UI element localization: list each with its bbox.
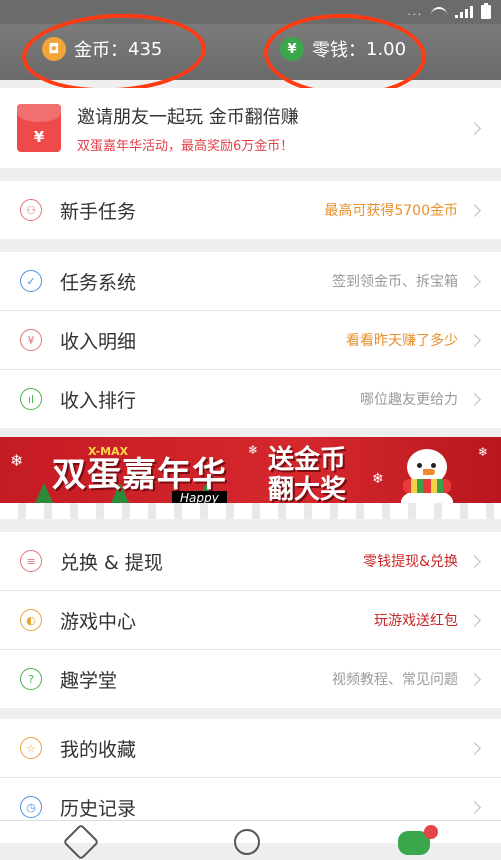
status-bar: ...: [0, 0, 501, 24]
change-balance[interactable]: ¥ 零钱： 1.00: [280, 36, 406, 62]
star-icon: ☆: [20, 737, 42, 759]
list-item-title: 兑换 & 提现: [60, 551, 163, 574]
video-tab-icon[interactable]: [234, 829, 260, 855]
user-icon: ⚇: [20, 199, 42, 221]
notification-dots: ...: [407, 6, 423, 18]
list-item-hint: 零钱提现&兑换: [363, 554, 458, 570]
clock-icon: ◷: [20, 796, 42, 818]
chevron-right-icon: [468, 800, 481, 814]
list-item[interactable]: ? 趣学堂 视频教程、常见问题: [0, 650, 501, 708]
yuan-circle-icon: ¥: [20, 329, 42, 351]
section-exchange: ≡ 兑换 & 提现 零钱提现&兑换 ◐ 游戏中心 玩游戏送红包? 趣学堂 视频教程、常见问题: [0, 532, 501, 708]
snowman-icon: [401, 445, 453, 515]
invite-subtitle: 双蛋嘉年华活动，最高奖励6万金币！: [77, 138, 294, 154]
chevron-right-icon: [468, 203, 481, 217]
banner-happy-new-year: Happy New Year: [172, 491, 227, 519]
invite-title: 邀请朋友一起玩 金币翻倍赚: [77, 106, 299, 128]
gamepad-icon: ◐: [20, 609, 42, 631]
list-item[interactable]: ≡ 兑换 & 提现 零钱提现&兑换: [0, 532, 501, 591]
wifi-icon: [431, 7, 447, 21]
list-item-hint: 视频教程、常见问题: [332, 672, 458, 688]
list-item-hint: 哪位趣友更给力: [360, 392, 458, 408]
coins-balance[interactable]: ◘ 金币： 435: [42, 36, 162, 62]
chevron-right-icon: [468, 121, 481, 135]
list-item-title: 收入排行: [60, 389, 137, 412]
question-icon: ?: [20, 668, 42, 690]
database-icon: ≡: [20, 550, 42, 572]
invite-friends-card[interactable]: ¥ 邀请朋友一起玩 金币翻倍赚 双蛋嘉年华活动，最高奖励6万金币！: [0, 88, 501, 168]
chevron-right-icon: [468, 554, 481, 568]
battery-icon: [481, 3, 491, 19]
chevron-right-icon: [468, 392, 481, 406]
coins-value: 435: [128, 38, 163, 60]
section-tasks: ✓ 任务系统 签到领金币、拆宝箱 ¥ 收入明细 看看昨天赚了多少 ıl 收入排行 哪位趣友更给力: [0, 252, 501, 428]
coins-label: 金币：: [74, 40, 128, 61]
list-item-title: 新手任务: [60, 200, 137, 223]
banner-xmas: X-MAX: [88, 445, 129, 458]
promo-banner[interactable]: ❄ ❄ ❄ ❄ X-MAX 双蛋嘉年华 Happy New Year 送金币 翻…: [0, 437, 501, 519]
list-item[interactable]: ıl 收入排行 哪位趣友更给力: [0, 370, 501, 428]
list-item-title: 我的收藏: [60, 738, 137, 761]
banner-title: 双蛋嘉年华: [52, 455, 227, 495]
list-item-hint: 看看昨天赚了多少: [346, 333, 458, 349]
yuan-icon: ¥: [280, 37, 304, 61]
list-item-hint: 签到领金币、拆宝箱: [332, 274, 458, 290]
chevron-right-icon: [468, 613, 481, 627]
chevron-right-icon: [468, 274, 481, 288]
list-item-hint: 玩游戏送红包: [374, 613, 458, 629]
list-item-title: 趣学堂: [60, 669, 118, 692]
list-item-title: 历史记录: [60, 797, 137, 820]
banner-slogan: 送金币 翻大奖: [268, 445, 347, 505]
chevron-right-icon: [468, 672, 481, 686]
chevron-right-icon: [468, 333, 481, 347]
change-label: 零钱：: [312, 40, 366, 61]
section-personal: ☆ 我的收藏 ◷ 历史记录: [0, 719, 501, 836]
list-item[interactable]: ⚇ 新手任务 最高可获得5700金币: [0, 181, 501, 239]
list-item-title: 任务系统: [60, 271, 137, 294]
list-item-hint: 最高可获得5700金币: [324, 203, 458, 219]
list-item[interactable]: ✓ 任务系统 签到领金币、拆宝箱: [0, 252, 501, 311]
list-item-title: 游戏中心: [60, 610, 137, 633]
coin-icon: ◘: [42, 37, 66, 61]
chevron-right-icon: [468, 741, 481, 755]
red-envelope-icon: ¥: [17, 104, 61, 152]
signal-icon: [455, 6, 473, 18]
bar-chart-icon: ıl: [20, 388, 42, 410]
list-item[interactable]: ◐ 游戏中心 玩游戏送红包: [0, 591, 501, 650]
change-value: 1.00: [366, 38, 407, 60]
list-item[interactable]: ¥ 收入明细 看看昨天赚了多少: [0, 311, 501, 370]
shield-icon: ✓: [20, 270, 42, 292]
list-item[interactable]: ☆ 我的收藏: [0, 719, 501, 778]
status-icons: ...: [407, 3, 491, 21]
section-newbie: ⚇ 新手任务 最高可获得5700金币: [0, 181, 501, 239]
list-item-title: 收入明细: [60, 330, 137, 353]
bottom-tab-bar: [0, 820, 501, 860]
banner-title-group: X-MAX 双蛋嘉年华 Happy New Year: [52, 445, 227, 519]
notification-badge-icon: [424, 825, 438, 839]
wallet-header: ◘ 金币： 435 ¥ 零钱： 1.00: [0, 24, 501, 80]
